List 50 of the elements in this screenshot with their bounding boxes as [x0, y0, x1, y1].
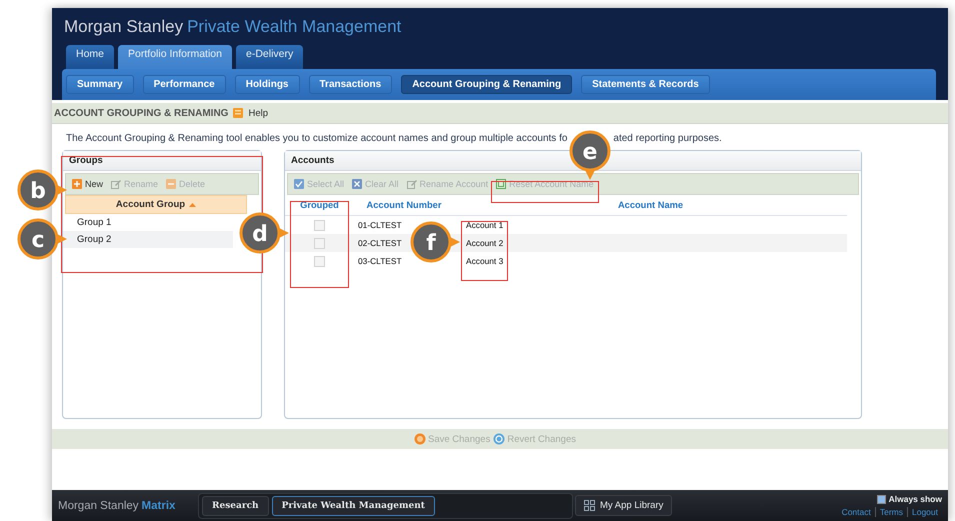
sort-icon[interactable]: [189, 202, 196, 206]
table-cell: 03-CLTEST: [358, 256, 402, 266]
footer-link[interactable]: Logout: [907, 507, 942, 517]
panel-title: Groups: [63, 151, 261, 171]
column-header[interactable]: Account Number: [366, 200, 442, 210]
table-cell: Account 2: [466, 238, 504, 248]
help-icon[interactable]: [233, 108, 244, 118]
sub-tab[interactable]: Statements & Records: [581, 75, 710, 94]
checkbox-label: Always show: [888, 494, 942, 504]
sub-tab[interactable]: Holdings: [234, 75, 300, 94]
footer-link[interactable]: Contact: [838, 507, 875, 517]
nav-tab[interactable]: Home: [66, 45, 114, 69]
clear-icon: [352, 179, 362, 189]
sub-tab[interactable]: Account Grouping & Renaming: [401, 75, 572, 94]
remove-icon: [166, 179, 176, 189]
footer-tab[interactable]: Research: [202, 496, 269, 516]
table-cell: Account 3: [466, 256, 504, 266]
checkbox-icon: [294, 179, 304, 189]
brand-name: Morgan Stanley: [64, 17, 184, 36]
column-header[interactable]: Account Name: [618, 200, 684, 210]
sub-tab[interactable]: Summary: [66, 75, 134, 94]
footer-tab[interactable]: Private Wealth Management: [272, 496, 435, 516]
product-name: Private Wealth Management: [187, 17, 402, 36]
brand-name: Morgan Stanley: [58, 500, 139, 512]
table-cell: 02-CLTEST: [358, 238, 402, 248]
checkbox[interactable]: [876, 494, 886, 504]
footer-link[interactable]: Terms: [874, 507, 907, 517]
refresh-icon: [493, 433, 506, 445]
table-cell: Account 1: [466, 220, 504, 230]
edit-icon: [111, 179, 122, 189]
sub-tab[interactable]: Transactions: [308, 75, 392, 94]
add-icon: [72, 179, 82, 189]
description-text: ated reporting purposes.: [613, 133, 722, 146]
sub-tab[interactable]: Performance: [142, 75, 226, 94]
toolbar-button[interactable]: New: [72, 179, 104, 189]
grid-icon: [584, 500, 595, 511]
product-name: Matrix: [142, 500, 176, 512]
app-library-button[interactable]: My App Library: [575, 495, 672, 516]
group-row[interactable]: Group 2: [63, 231, 233, 248]
edit-icon: [406, 179, 417, 189]
reset-icon: [496, 179, 506, 189]
highlight-frame: [461, 221, 508, 281]
column-header-label: Account Group: [116, 199, 186, 210]
circle-icon: [414, 433, 426, 445]
description-text: The Account Grouping & Renaming tool enables you to customize account names and group multiple accounts fo: [66, 133, 568, 146]
nav-tab[interactable]: e-Delivery: [236, 45, 304, 69]
help-link[interactable]: Help: [248, 108, 268, 118]
table-cell: 01-CLTEST: [358, 220, 402, 230]
page-title: ACCOUNT GROUPING & RENAMING: [54, 108, 228, 118]
column-header[interactable]: Grouped: [300, 200, 339, 210]
